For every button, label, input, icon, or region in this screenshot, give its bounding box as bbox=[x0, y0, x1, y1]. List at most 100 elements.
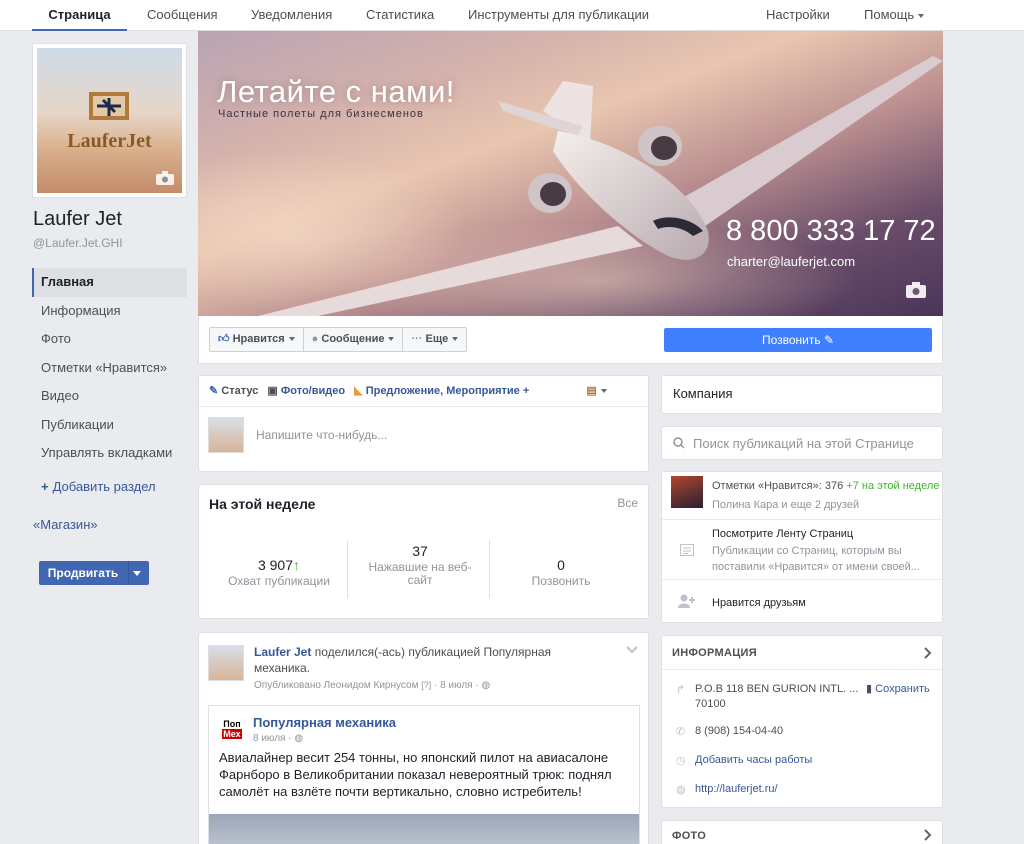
pencil-icon[interactable]: ✎ bbox=[824, 333, 834, 347]
page-search[interactable]: Поиск публикаций на этой Странице bbox=[661, 426, 943, 460]
call-button[interactable]: Позвонить ✎ bbox=[664, 328, 932, 352]
save-label: Сохранить bbox=[875, 683, 930, 695]
chevron-right-icon[interactable] bbox=[924, 647, 932, 659]
shared-date-text[interactable]: 8 июля bbox=[253, 733, 285, 744]
stat-website-clicks[interactable]: 37 Нажавшие на веб- сайт bbox=[359, 543, 481, 587]
add-section-link[interactable]: + Добавить раздел bbox=[41, 479, 156, 494]
website-link[interactable]: http://lauferjet.ru/ bbox=[695, 782, 778, 796]
divider bbox=[199, 406, 648, 407]
likes-summary[interactable]: Отметки «Нравится»: 376 +7 на этой недел… bbox=[712, 478, 939, 494]
this-week-title: На этой неделе bbox=[209, 496, 316, 512]
search-icon bbox=[673, 437, 685, 449]
shop-link[interactable]: «Магазин» bbox=[33, 517, 98, 532]
stat-calls[interactable]: 0 Позвонить bbox=[499, 557, 623, 588]
stat-value: 0 bbox=[557, 557, 565, 573]
dropdown-arrow-icon[interactable] bbox=[133, 571, 141, 576]
plus-icon: + bbox=[41, 479, 49, 494]
composer-more-menu[interactable]: ▤ bbox=[586, 385, 607, 397]
help-label: Помощь bbox=[864, 7, 915, 22]
phone-number[interactable]: 8 (908) 154-04-40 bbox=[695, 724, 783, 738]
promote-button[interactable]: Продвигать bbox=[39, 561, 149, 585]
nav-item-about[interactable]: Информация bbox=[32, 297, 187, 326]
pages-feed-row[interactable]: Посмотрите Ленту Страниц Публикации со С… bbox=[662, 519, 943, 579]
photos-section-title[interactable]: ФОТО bbox=[672, 830, 706, 842]
info-section-title[interactable]: ИНФОРМАЦИЯ bbox=[672, 647, 757, 659]
composer-tab-offer[interactable]: ◣ Предложение, Мероприятие + bbox=[354, 385, 529, 397]
nav-item-likes[interactable]: Отметки «Нравится» bbox=[32, 354, 187, 383]
help-menu[interactable]: Помощь bbox=[864, 0, 925, 31]
nav-item-posts[interactable]: Публикации bbox=[32, 411, 187, 440]
shared-date: 8 июля · ◍ bbox=[253, 733, 304, 744]
camera-icon[interactable] bbox=[156, 171, 174, 185]
composer-tab-status[interactable]: ✎ Статус bbox=[209, 385, 258, 397]
search-input[interactable]: Поиск публикаций на этой Странице bbox=[693, 436, 914, 451]
shared-image[interactable] bbox=[209, 814, 639, 844]
composer-tab-photo[interactable]: ▣ Фото/видео bbox=[267, 385, 345, 397]
divider bbox=[347, 540, 348, 598]
page-action-bar: 👍︎ Нравится ● Сообщение ··· Еще Позвонит… bbox=[198, 316, 943, 364]
address-line-1[interactable]: P.O.B 118 BEN GURION INTL. ... bbox=[695, 682, 858, 696]
post-author-link[interactable]: Laufer Jet bbox=[254, 645, 311, 659]
globe-icon: ◍ bbox=[294, 733, 304, 744]
action-button-group: 👍︎ Нравится ● Сообщение ··· Еще bbox=[209, 327, 468, 352]
see-all-link[interactable]: Все bbox=[617, 496, 638, 510]
nav-item-manage-tabs[interactable]: Управлять вкладками bbox=[32, 439, 187, 468]
logo-text: LauferJet bbox=[67, 130, 152, 152]
more-button[interactable]: ··· Еще bbox=[403, 328, 466, 351]
promote-separator bbox=[128, 561, 129, 585]
tab-settings[interactable]: Настройки bbox=[766, 0, 830, 31]
logo-icon bbox=[89, 92, 129, 120]
camera-icon[interactable] bbox=[906, 282, 926, 298]
photo-label: Фото/видео bbox=[280, 385, 346, 397]
tab-page[interactable]: Страница bbox=[32, 0, 127, 31]
chevron-down-icon[interactable] bbox=[626, 646, 638, 654]
page-name[interactable]: Laufer Jet bbox=[33, 208, 122, 231]
nav-item-photos[interactable]: Фото bbox=[32, 325, 187, 354]
chevron-right-icon[interactable] bbox=[924, 829, 932, 841]
message-label: Сообщение bbox=[321, 333, 385, 345]
tab-messages[interactable]: Сообщения bbox=[147, 0, 218, 31]
help-icon[interactable]: [?] bbox=[421, 680, 431, 690]
thumbs-up-icon: 👍︎ bbox=[218, 333, 230, 345]
left-navigation: Главная Информация Фото Отметки «Нравитс… bbox=[32, 268, 187, 468]
cover-photo[interactable]: Летайте с нами! Частные полеты для бизне… bbox=[198, 31, 943, 316]
nav-item-home[interactable]: Главная bbox=[32, 268, 187, 297]
tab-notifications[interactable]: Уведомления bbox=[251, 0, 332, 31]
like-button[interactable]: 👍︎ Нравится bbox=[210, 328, 304, 351]
feed-title: Посмотрите Ленту Страниц bbox=[712, 528, 854, 540]
post-author-avatar[interactable] bbox=[208, 645, 244, 681]
add-hours-link[interactable]: Добавить часы работы bbox=[695, 753, 812, 767]
caret-down-icon bbox=[600, 389, 607, 394]
popular-mechanics-logo[interactable]: Поп Мех bbox=[219, 716, 245, 742]
stat-value: 3 907↑ bbox=[219, 557, 339, 573]
tab-publishing-tools[interactable]: Инструменты для публикации bbox=[468, 0, 649, 31]
profile-picture[interactable]: LauferJet bbox=[32, 43, 187, 198]
message-button[interactable]: ● Сообщение bbox=[304, 328, 404, 351]
friends-like-row[interactable]: Нравится друзьям bbox=[662, 579, 943, 623]
composer-avatar bbox=[208, 417, 244, 453]
feed-description: Публикации со Страниц, которым вы постав… bbox=[712, 545, 920, 573]
stat-label: Охват публикации bbox=[228, 574, 330, 588]
post-published-by: Опубликовано Леонидом Кирнусом bbox=[254, 680, 419, 691]
photo-icon: ▣ bbox=[267, 385, 278, 397]
ellipsis-icon: ··· bbox=[411, 333, 423, 345]
post-header: Laufer Jet поделился(-ась) публикацией П… bbox=[254, 644, 604, 676]
likes-friends[interactable]: Полина Кара и еще 2 друзей bbox=[712, 497, 859, 513]
promote-label: Продвигать bbox=[47, 566, 119, 580]
caret-down-icon bbox=[288, 337, 295, 342]
shared-page-name[interactable]: Популярная механика bbox=[253, 715, 396, 730]
stat-post-reach[interactable]: 3 907↑ Охват публикации bbox=[219, 557, 339, 588]
pencil-icon: ✎ bbox=[209, 385, 219, 397]
likes-thumbnail[interactable] bbox=[671, 476, 703, 508]
save-place-button[interactable]: ▮ Сохранить bbox=[866, 682, 930, 696]
shared-post[interactable]: Поп Мех Популярная механика 8 июля · ◍ Ав… bbox=[208, 705, 640, 844]
tab-insights[interactable]: Статистика bbox=[366, 0, 434, 31]
composer-input[interactable]: Напишите что-нибудь... bbox=[256, 428, 387, 442]
photos-card: ФОТО bbox=[661, 820, 943, 844]
page-category[interactable]: Компания bbox=[662, 376, 942, 412]
divider bbox=[489, 540, 490, 598]
cover-subtitle: Частные полеты для бизнесменов bbox=[218, 108, 424, 120]
status-label: Статус bbox=[221, 385, 259, 397]
post-date[interactable]: 8 июля bbox=[440, 680, 472, 691]
nav-item-videos[interactable]: Видео bbox=[32, 382, 187, 411]
